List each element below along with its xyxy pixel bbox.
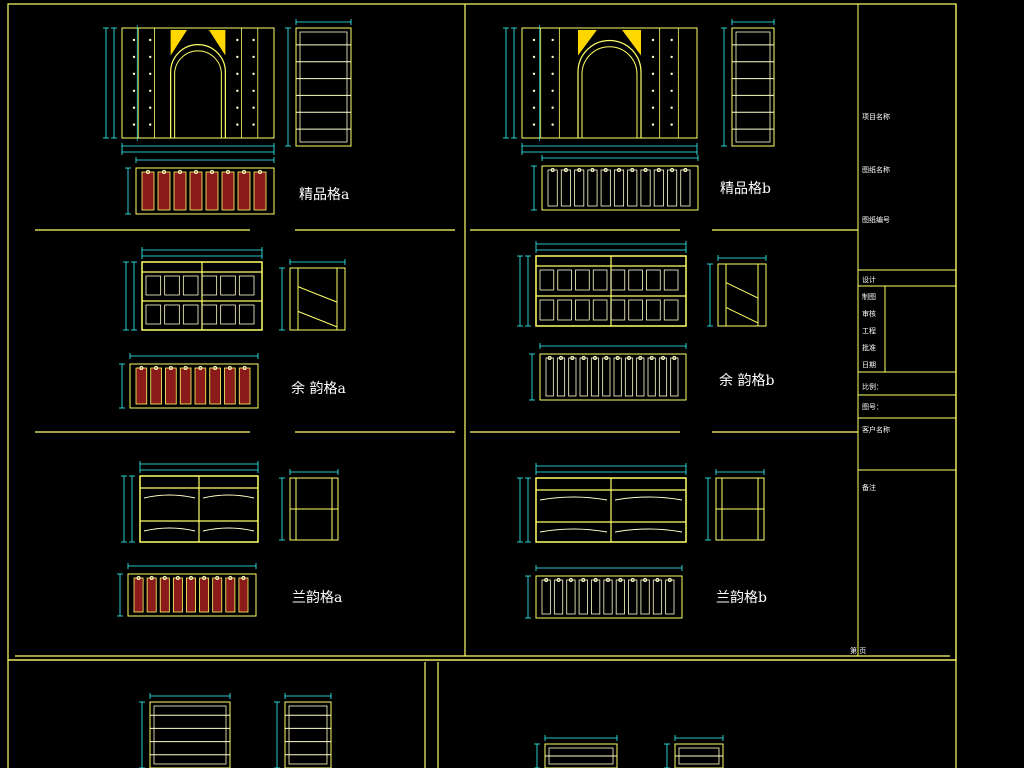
plan-third-a bbox=[117, 563, 257, 617]
tb-approve: 批准 bbox=[862, 344, 876, 352]
bottom-shelf-2 bbox=[274, 693, 332, 768]
tb-draw: 制图 bbox=[862, 293, 876, 301]
arched-cabinet-a bbox=[103, 25, 275, 155]
side-shelf-a bbox=[285, 19, 352, 147]
plan-yuan-a bbox=[119, 353, 259, 409]
bottom-shelf-3 bbox=[534, 735, 618, 768]
side-third-a bbox=[279, 469, 339, 541]
tb-drawing-no: 图纸编号 bbox=[862, 216, 890, 224]
cabinet-yuan-b bbox=[517, 241, 687, 327]
arched-cabinet-b bbox=[503, 25, 698, 155]
plan-jingpin-a bbox=[125, 157, 275, 215]
tb-page: 第 页 bbox=[850, 647, 867, 655]
tb-drawing-name: 图纸名称 bbox=[862, 166, 890, 174]
tb-ratio: 比例： bbox=[862, 383, 883, 391]
bottom-shelf-1 bbox=[139, 693, 231, 768]
label-yuan-b: 余 韵格b bbox=[719, 373, 775, 389]
cabinet-third-a bbox=[121, 461, 259, 543]
tb-remark: 备注 bbox=[862, 484, 876, 492]
tb-project-name: 项目名称 bbox=[862, 113, 890, 121]
plan-third-b bbox=[525, 565, 683, 619]
drawing-frame bbox=[7, 3, 957, 768]
label-jingpin-a: 精品格a bbox=[299, 187, 350, 203]
side-yuan-b bbox=[707, 255, 767, 327]
tb-check: 审核 bbox=[862, 310, 876, 318]
label-yuan-a: 余 韵格a bbox=[291, 381, 346, 397]
label-third-b: 兰韵格b bbox=[716, 590, 767, 606]
tb-client: 客户名称 bbox=[862, 426, 890, 434]
tb-design: 设计 bbox=[862, 276, 876, 284]
cabinet-third-b bbox=[517, 463, 687, 543]
plan-yuan-b bbox=[529, 343, 687, 401]
cabinet-yuan-a bbox=[123, 247, 263, 331]
side-third-b bbox=[705, 469, 765, 541]
label-jingpin-b: 精品格b bbox=[720, 181, 771, 197]
tb-sheet: 图号： bbox=[862, 403, 883, 411]
bottom-shelf-4 bbox=[664, 735, 724, 768]
side-shelf-b bbox=[721, 19, 775, 147]
tb-date: 日期 bbox=[862, 361, 876, 369]
label-third-a: 兰韵格a bbox=[292, 590, 343, 606]
plan-jingpin-b bbox=[531, 155, 699, 211]
side-yuan-a bbox=[279, 259, 346, 331]
tb-audit: 工程 bbox=[862, 327, 876, 335]
